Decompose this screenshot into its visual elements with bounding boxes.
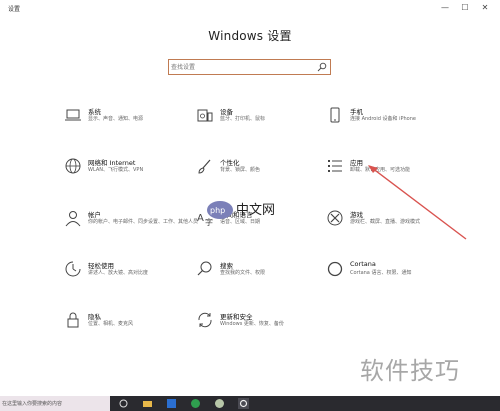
tile-desc: 讲述人、放大镜、高对比度 xyxy=(88,270,149,276)
tile-desc: Windows 更新、恢复、备份 xyxy=(220,321,284,327)
tile-search[interactable]: 搜索 查找我的文件、权限 xyxy=(196,258,336,292)
tile-title: 轻松使用 xyxy=(88,262,114,270)
tile-title: 隐私 xyxy=(88,313,101,321)
tile-phone[interactable]: 手机 连接 Android 设备和 iPhone xyxy=(326,104,466,138)
title-bar: 设置 — ☐ ✕ xyxy=(0,0,500,18)
taskbar: 在这里输入你要搜索的内容 xyxy=(0,396,500,411)
apps-list-icon xyxy=(326,157,344,175)
cortana-icon xyxy=(326,260,344,278)
tile-desc: 你的帐户、电子邮件、同步设置、工作、其他人员 xyxy=(88,219,199,225)
laptop-icon xyxy=(64,106,82,124)
browser-icon[interactable] xyxy=(190,398,201,409)
window-title: 设置 xyxy=(8,6,21,13)
search-box[interactable] xyxy=(168,59,331,75)
tile-privacy[interactable]: 隐私 位置、相机、麦克风 xyxy=(64,309,204,343)
lock-icon xyxy=(64,311,82,329)
brush-icon xyxy=(196,157,214,175)
tile-title: 个性化 xyxy=(220,159,240,167)
settings-gear-icon[interactable] xyxy=(238,398,249,409)
tile-desc: Cortana 语言、权限、通知 xyxy=(350,270,412,276)
minimize-button[interactable]: — xyxy=(438,2,452,14)
tile-update-security[interactable]: 更新和安全 Windows 更新、恢复、备份 xyxy=(196,309,336,343)
taskbar-search-box[interactable]: 在这里输入你要搜索的内容 xyxy=(0,396,110,411)
folder-icon[interactable] xyxy=(142,398,153,409)
tile-title: 系统 xyxy=(88,108,101,116)
store-icon[interactable] xyxy=(166,398,177,409)
tile-title: 手机 xyxy=(350,108,363,116)
tile-desc: 背景、锁屏、颜色 xyxy=(220,167,261,173)
tile-title: 设备 xyxy=(220,108,233,116)
tile-desc: 连接 Android 设备和 iPhone xyxy=(350,116,416,122)
tile-devices[interactable]: 设备 蓝牙、打印机、鼠标 xyxy=(196,104,336,138)
app-icon[interactable] xyxy=(214,398,225,409)
tile-desc: 蓝牙、打印机、鼠标 xyxy=(220,116,266,122)
xbox-icon xyxy=(326,209,344,227)
watermark-php-text: php xyxy=(210,206,225,215)
svg-text:A: A xyxy=(197,213,204,224)
close-button[interactable]: ✕ xyxy=(478,2,492,14)
tile-desc: 查找我的文件、权限 xyxy=(220,270,266,276)
tile-title: 帐户 xyxy=(88,211,101,219)
tile-title: 网络和 Internet xyxy=(88,159,136,167)
taskbar-search-text: 在这里输入你要搜索的内容 xyxy=(2,401,63,407)
settings-window: 设置 — ☐ ✕ Windows 设置 系统 显示、声音、通知、电源 设备 蓝牙… xyxy=(0,0,500,396)
maximize-button[interactable]: ☐ xyxy=(458,2,472,14)
task-view-icon[interactable] xyxy=(118,398,129,409)
watermark-cn-text: 中文网 xyxy=(236,203,275,218)
tile-ease-of-access[interactable]: 轻松使用 讲述人、放大镜、高对比度 xyxy=(64,258,204,292)
search-icon xyxy=(196,260,214,278)
phone-icon xyxy=(326,106,344,124)
tile-network[interactable]: 网络和 Internet WLAN、飞行模式、VPN xyxy=(64,155,204,189)
php-cn-watermark: php 中文网 xyxy=(207,201,275,219)
tile-accounts[interactable]: 帐户 你的帐户、电子邮件、同步设置、工作、其他人员 xyxy=(64,207,204,241)
search-icon[interactable] xyxy=(317,62,327,72)
ease-of-access-icon xyxy=(64,260,82,278)
search-input[interactable] xyxy=(171,61,311,73)
tile-title: 搜索 xyxy=(220,262,233,270)
tile-cortana[interactable]: Cortana Cortana 语言、权限、通知 xyxy=(326,258,466,292)
annotation-arrow xyxy=(368,165,467,240)
tile-system[interactable]: 系统 显示、声音、通知、电源 xyxy=(64,104,204,138)
tile-title: Cortana xyxy=(350,260,376,268)
tile-personalization[interactable]: 个性化 背景、锁屏、颜色 xyxy=(196,155,336,189)
person-icon xyxy=(64,209,82,227)
tile-desc: 位置、相机、麦克风 xyxy=(88,321,134,327)
tile-title: 更新和安全 xyxy=(220,313,253,321)
tile-desc: 显示、声音、通知、电源 xyxy=(88,116,144,122)
devices-icon xyxy=(196,106,214,124)
page-title: Windows 设置 xyxy=(208,29,292,43)
globe-icon xyxy=(64,157,82,175)
bottom-watermark: 软件技巧 xyxy=(360,357,460,385)
tile-desc: WLAN、飞行模式、VPN xyxy=(88,167,144,173)
update-icon xyxy=(196,311,214,329)
